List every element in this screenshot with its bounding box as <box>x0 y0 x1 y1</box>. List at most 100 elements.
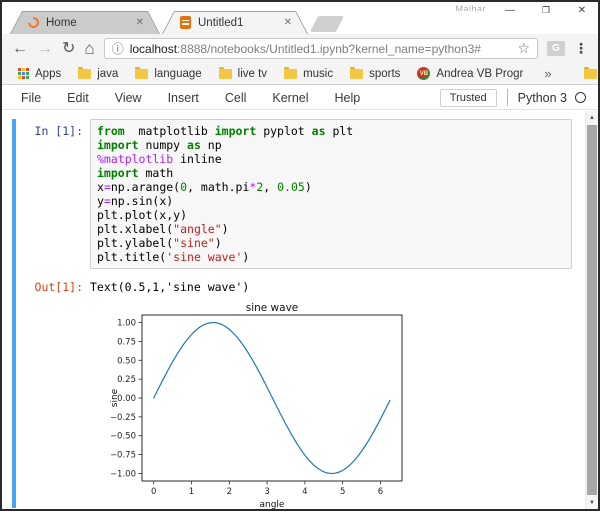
page-scrollbar[interactable]: ▲ ▼ <box>585 111 598 509</box>
browser-window: Malhar — ❐ ✕ Home ✕ Untitled1 ✕ ← → <box>0 0 600 511</box>
scrollbar-thumb[interactable] <box>587 125 597 495</box>
code-line: x=np.arange(0, math.pi*2, 0.05) <box>97 180 565 194</box>
home-icon[interactable]: ⌂ <box>84 40 94 57</box>
tab-label: Untitled1 <box>198 17 277 29</box>
code-line: import numpy as np <box>97 138 565 152</box>
new-tab-button[interactable] <box>310 16 344 32</box>
svg-text:1.00: 1.00 <box>117 319 136 329</box>
svg-text:6: 6 <box>378 487 383 497</box>
menu-view[interactable]: View <box>102 91 155 105</box>
tab-label: Home <box>46 17 129 29</box>
input-prompt: In [1]: <box>18 119 90 269</box>
code-line: plt.xlabel("angle") <box>97 222 565 236</box>
sine-plot-svg: 01234561.000.750.500.250.00−0.25−0.50−0.… <box>97 302 431 511</box>
cell-output-row: Out[1]: Text(0.5,1,'sine wave') <box>18 279 572 294</box>
apps-label: Apps <box>35 68 61 80</box>
page-info-icon[interactable]: ⓘ <box>112 40 124 57</box>
browser-toolbar: ← → ↻ ⌂ ⓘ localhost:8888/notebooks/Untit… <box>2 34 598 63</box>
notebook-favicon-icon <box>180 16 191 29</box>
code-line: plt.title('sine wave') <box>97 250 565 264</box>
folder-icon <box>350 69 363 79</box>
address-bar[interactable]: ⓘ localhost:8888/notebooks/Untitled1.ipy… <box>104 38 538 59</box>
kernel-status-icon <box>575 92 586 103</box>
output-text: Text(0.5,1,'sine wave') <box>90 279 249 294</box>
code-line: %matplotlib inline <box>97 152 565 166</box>
plot-output: 01234561.000.750.500.250.00−0.25−0.50−0.… <box>97 302 572 511</box>
bookmark-star-icon[interactable]: ☆ <box>517 40 530 57</box>
tab-home[interactable]: Home ✕ <box>10 11 160 34</box>
kernel-separator <box>507 89 508 106</box>
code-line: from matplotlib import pyplot as plt <box>97 124 565 138</box>
svg-text:0.50: 0.50 <box>117 356 136 366</box>
bookmark-label: language <box>154 68 201 80</box>
url-text[interactable]: localhost:8888/notebooks/Untitled1.ipynb… <box>130 42 512 56</box>
code-line: y=np.sin(x) <box>97 194 565 208</box>
trusted-button[interactable]: Trusted <box>440 89 497 107</box>
folder-icon <box>284 69 297 79</box>
svg-text:4: 4 <box>302 487 307 497</box>
code-cell[interactable]: In [1]: from matplotlib import pyplot as… <box>18 119 572 511</box>
menu-help[interactable]: Help <box>322 91 374 105</box>
code-line: plt.plot(x,y) <box>97 208 565 222</box>
bookmark-andreavb[interactable]: VB Andrea VB Programm <box>411 67 530 80</box>
kernel-name: Python 3 <box>518 91 567 105</box>
extension-badge[interactable]: G <box>547 41 565 56</box>
code-editor[interactable]: from matplotlib import pyplot as pltimpo… <box>90 119 572 269</box>
svg-text:−0.50: −0.50 <box>110 432 136 442</box>
tab-close-icon[interactable]: ✕ <box>136 17 144 28</box>
minimize-button[interactable]: — <box>504 5 516 16</box>
menu-file[interactable]: File <box>8 91 54 105</box>
svg-text:angle: angle <box>260 500 285 510</box>
bookmark-folder-java[interactable]: java <box>72 68 124 80</box>
bookmarks-overflow-icon[interactable]: » <box>540 66 555 81</box>
back-icon[interactable]: ← <box>12 41 28 57</box>
jupyter-favicon-icon <box>26 15 41 30</box>
bookmarks-bar: Apps java language live tv music sports VB A… <box>2 63 598 85</box>
tab-close-icon[interactable]: ✕ <box>284 17 292 28</box>
selected-cell-indicator <box>12 119 16 508</box>
svg-text:0.25: 0.25 <box>117 375 136 385</box>
svg-text:−0.25: −0.25 <box>110 413 136 423</box>
apps-shortcut[interactable]: Apps <box>12 68 67 80</box>
svg-text:−1.00: −1.00 <box>110 469 136 479</box>
forward-icon[interactable]: → <box>37 41 53 57</box>
notebook-menubar: FileEditViewInsertCellKernelHelp Trusted… <box>2 86 598 110</box>
cell-input-row: In [1]: from matplotlib import pyplot as… <box>18 119 572 269</box>
bookmark-folder-live-tv[interactable]: live tv <box>213 68 273 80</box>
bookmark-folders: java language live tv music sports <box>72 68 406 80</box>
url-host: localhost <box>130 42 177 56</box>
svg-text:sine wave: sine wave <box>246 302 299 314</box>
code-line: plt.ylabel("sine") <box>97 236 565 250</box>
bookmark-folder-music[interactable]: music <box>278 68 339 80</box>
tab-untitled1[interactable]: Untitled1 ✕ <box>162 11 308 34</box>
menu-insert[interactable]: Insert <box>155 91 212 105</box>
other-bookmarks[interactable]: Other bookmarks <box>578 68 600 80</box>
close-button[interactable]: ✕ <box>576 5 588 16</box>
menu-edit[interactable]: Edit <box>54 91 102 105</box>
output-prompt: Out[1]: <box>18 279 90 294</box>
bookmark-label: java <box>97 68 118 80</box>
window-controls: — ❐ ✕ <box>504 5 588 16</box>
scroll-up-icon[interactable]: ▲ <box>586 111 598 124</box>
notebook-area: In [1]: from matplotlib import pyplot as… <box>2 111 598 509</box>
folder-icon <box>219 69 232 79</box>
scroll-down-icon[interactable]: ▼ <box>586 496 598 509</box>
svg-text:0.75: 0.75 <box>117 337 136 347</box>
apps-grid-icon <box>18 68 29 79</box>
browser-menu-icon[interactable]: ⋮ <box>574 40 588 57</box>
menu-cell[interactable]: Cell <box>212 91 260 105</box>
bookmark-label: live tv <box>238 68 267 80</box>
url-path: :8888/notebooks/Untitled1.ipynb?kernel_n… <box>177 42 481 56</box>
bookmark-folder-sports[interactable]: sports <box>344 68 406 80</box>
svg-text:2: 2 <box>227 487 232 497</box>
folder-icon <box>584 69 597 79</box>
reload-icon[interactable]: ↻ <box>62 41 75 57</box>
andreavb-favicon-icon: VB <box>417 67 430 80</box>
folder-icon <box>78 69 91 79</box>
bookmark-label: Andrea VB Programm <box>436 68 524 80</box>
menu-kernel[interactable]: Kernel <box>259 91 321 105</box>
folder-icon <box>135 69 148 79</box>
bookmark-folder-language[interactable]: language <box>129 68 207 80</box>
maximize-button[interactable]: ❐ <box>540 5 552 16</box>
bookmark-label: music <box>303 68 333 80</box>
